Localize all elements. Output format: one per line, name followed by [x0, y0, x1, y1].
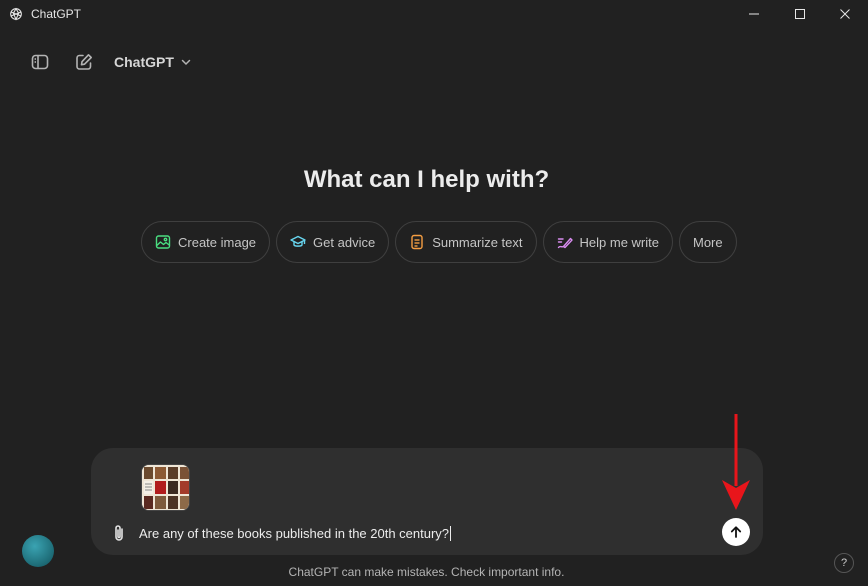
- suggestion-summarize-text[interactable]: Summarize text: [395, 221, 537, 263]
- title-bar: ChatGPT: [0, 0, 868, 28]
- suggestion-more[interactable]: More: [678, 221, 737, 263]
- text-caret: [450, 526, 452, 541]
- document-icon: [411, 234, 423, 250]
- model-label: ChatGPT: [114, 54, 174, 70]
- suggestion-label: Create image: [178, 234, 257, 250]
- close-icon: [840, 9, 850, 19]
- message-composer: Are any of these books published in the …: [91, 448, 763, 555]
- new-chat-button[interactable]: [70, 48, 98, 76]
- sidebar-toggle-button[interactable]: [26, 48, 54, 76]
- suggestion-get-advice[interactable]: Get advice: [276, 221, 390, 263]
- prompt-input[interactable]: Are any of these books published in the …: [139, 525, 699, 543]
- chatgpt-logo-icon: [10, 7, 22, 21]
- window-title: ChatGPT: [31, 7, 82, 21]
- maximize-icon: [795, 9, 805, 19]
- suggestion-create-image[interactable]: Create image: [141, 221, 271, 263]
- suggestion-label: More: [692, 234, 723, 250]
- image-icon: [155, 235, 171, 249]
- graduation-cap-icon: [290, 235, 306, 247]
- close-button[interactable]: [822, 0, 868, 28]
- suggestion-label: Help me write: [579, 234, 659, 250]
- sidebar-icon: [31, 54, 49, 70]
- prompt-text: Are any of these books published in the …: [139, 526, 450, 541]
- suggestion-label: Get advice: [313, 234, 376, 250]
- paperclip-icon: [115, 525, 123, 541]
- suggestion-label: Summarize text: [432, 234, 523, 250]
- send-button[interactable]: [722, 518, 750, 546]
- disclaimer-text: ChatGPT can make mistakes. Check importa…: [288, 565, 565, 579]
- minimize-button[interactable]: [731, 0, 777, 28]
- help-button[interactable]: ?: [834, 553, 854, 573]
- pen-icon: [557, 237, 573, 249]
- page-heading: What can I help with?: [303, 166, 550, 193]
- avatar[interactable]: [22, 535, 54, 567]
- edit-icon: [76, 54, 92, 70]
- suggestion-bar: Create image Get advice Summarize text H…: [141, 221, 737, 263]
- minimize-icon: [749, 13, 759, 15]
- chevron-down-icon: [181, 59, 191, 66]
- annotation-arrow-icon: [722, 414, 750, 510]
- attachment-thumbnail[interactable]: [141, 464, 190, 511]
- model-selector[interactable]: ChatGPT: [108, 48, 198, 76]
- maximize-button[interactable]: [777, 0, 823, 28]
- suggestion-help-me-write[interactable]: Help me write: [542, 221, 673, 263]
- attach-button[interactable]: [107, 521, 131, 545]
- books-thumbnail-image: [142, 465, 189, 510]
- arrow-up-icon: [730, 526, 742, 538]
